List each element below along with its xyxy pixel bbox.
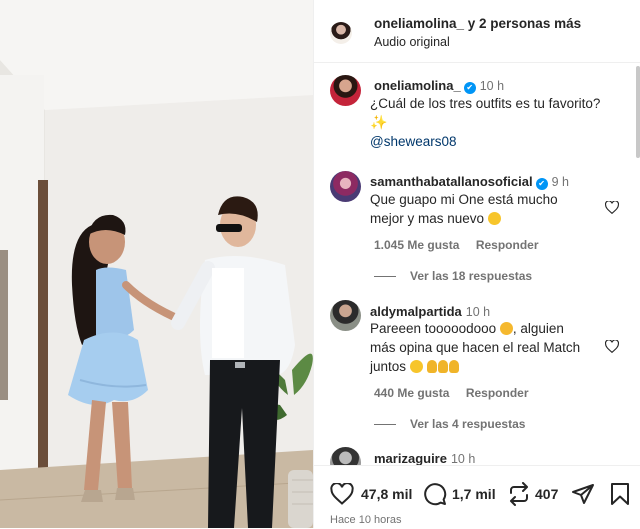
post-timestamp[interactable]: Hace 10 horas	[330, 514, 402, 526]
post-details-panel: oneliamolina_ y 2 personas más Audio ori…	[313, 0, 640, 529]
caption-avatar[interactable]	[330, 75, 361, 106]
like-comment-heart-icon[interactable]	[605, 340, 619, 353]
comment-likes[interactable]: 1.045 Me gusta	[374, 238, 459, 252]
reply-button[interactable]: Responder	[466, 386, 529, 400]
comment-avatar[interactable]	[330, 447, 361, 465]
caption-time[interactable]: 10 h	[480, 79, 504, 93]
comment-username[interactable]: marizaguire	[374, 451, 447, 465]
clapping-emoji-icon	[437, 360, 448, 373]
reposts-count[interactable]: 407	[535, 486, 558, 502]
comment-line: mejor y mas nuevo	[370, 211, 485, 226]
caption-text: ¿Cuál de los tres outfits es tu favorito…	[370, 96, 601, 111]
clapping-emoji-icon	[426, 360, 437, 373]
comment-meta: 1.045 Me gusta Responder	[374, 236, 539, 254]
comment-time[interactable]: 10 h	[451, 452, 475, 465]
comments-count[interactable]: 1,7 mil	[452, 486, 496, 502]
save-bookmark-icon[interactable]	[610, 482, 630, 506]
like-heart-icon[interactable]	[330, 483, 354, 505]
video-frame[interactable]	[0, 0, 313, 528]
caption-header: oneliamolina_ ✔ 10 h	[374, 77, 504, 95]
comment-avatar[interactable]	[330, 171, 361, 202]
sparkles-emoji-icon: ✨	[370, 114, 388, 130]
door-frame	[38, 180, 48, 490]
heart-eyes-emoji-icon	[409, 360, 423, 373]
comment-text: Pareeen tooooodooo , alguien más opina q…	[370, 319, 610, 376]
replies-divider	[374, 276, 396, 278]
comment-username[interactable]: samanthabatallanosoficial	[370, 174, 533, 189]
comment-header: marizaguire 10 h	[374, 450, 475, 465]
comment-line: Pareeen tooooodooo	[370, 321, 497, 336]
comments-list: oneliamolina_ ✔ 10 h ¿Cuál de los tres out…	[314, 63, 640, 465]
caption-mention[interactable]: @shewears08	[370, 134, 457, 149]
plant-pot	[288, 470, 313, 528]
comment-text: Que guapo mi One está mucho mejor y mas …	[370, 190, 605, 228]
share-send-icon[interactable]	[571, 482, 595, 506]
like-comment-heart-icon[interactable]	[605, 201, 619, 214]
header-collab-suffix[interactable]: y 2 personas más	[464, 16, 581, 31]
author-avatar[interactable]	[330, 22, 352, 44]
comment-line: más opina que hacen el real Match	[370, 340, 581, 355]
verified-badge-icon: ✔	[535, 178, 548, 190]
caption-username[interactable]: oneliamolina_	[374, 78, 461, 93]
comment-line: , alguien	[512, 321, 564, 336]
likes-count[interactable]: 47,8 mil	[361, 486, 412, 502]
action-bar: 47,8 mil 1,7 mil 407 Hace 10 horas	[314, 465, 640, 529]
grinning-sweat-emoji-icon	[487, 212, 501, 225]
replies-divider	[374, 424, 396, 426]
verified-badge-icon: ✔	[463, 82, 476, 94]
caption-body: ¿Cuál de los tres outfits es tu favorito…	[370, 94, 625, 151]
comment-avatar[interactable]	[330, 300, 361, 331]
header-username[interactable]: oneliamolina_	[374, 16, 464, 31]
comment-username[interactable]: aldymalpartida	[370, 304, 462, 319]
view-replies-button[interactable]: Ver las 18 respuestas	[374, 269, 532, 283]
post-header: oneliamolina_ y 2 personas más Audio ori…	[314, 0, 640, 63]
comment-bubble-icon[interactable]	[423, 482, 447, 506]
comment-line: Que guapo mi One está mucho	[370, 192, 558, 207]
comment-likes[interactable]: 440 Me gusta	[374, 386, 449, 400]
header-authors[interactable]: oneliamolina_ y 2 personas más	[374, 16, 581, 31]
audio-link[interactable]: Audio original	[374, 35, 450, 49]
comment-time[interactable]: 9 h	[552, 175, 569, 189]
sunglasses	[216, 224, 242, 232]
clapping-emoji-icon	[448, 360, 459, 373]
star-struck-emoji-icon	[499, 322, 513, 335]
view-replies-label[interactable]: Ver las 18 respuestas	[410, 269, 532, 283]
comment-line: juntos	[370, 359, 407, 374]
repost-icon[interactable]	[507, 482, 531, 506]
view-replies-label[interactable]: Ver las 4 respuestas	[410, 417, 525, 431]
video-scene	[0, 0, 313, 528]
view-replies-button[interactable]: Ver las 4 respuestas	[374, 417, 525, 431]
comment-time[interactable]: 10 h	[466, 305, 490, 319]
belt-buckle	[235, 362, 245, 368]
comment-header: samanthabatallanosoficial ✔ 9 h	[370, 173, 569, 191]
reply-button[interactable]: Responder	[476, 238, 539, 252]
comment-meta: 440 Me gusta Responder	[374, 384, 529, 402]
